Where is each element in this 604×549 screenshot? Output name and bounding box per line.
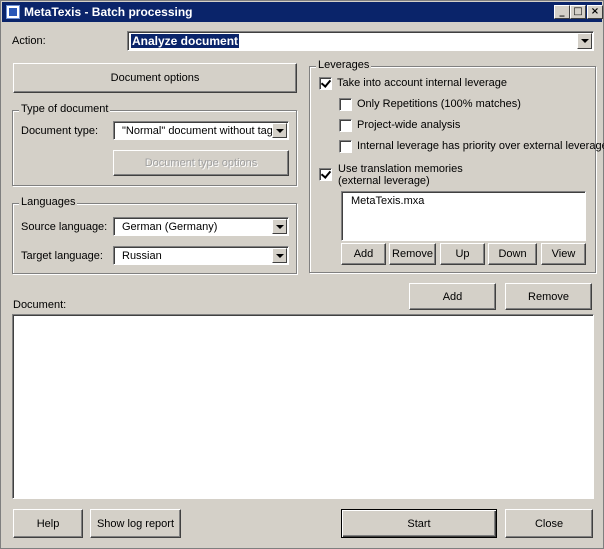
help-button[interactable]: Help bbox=[13, 509, 83, 538]
document-type-label: Document type: bbox=[21, 125, 99, 137]
batch-processing-window: MetaTexis - Batch processing _ □ × Actio… bbox=[0, 0, 604, 549]
action-select[interactable]: Analyze document bbox=[127, 31, 594, 51]
project-wide-label: Project-wide analysis bbox=[357, 119, 461, 131]
source-language-select[interactable]: German (Germany) bbox=[113, 217, 289, 236]
languages-legend: Languages bbox=[19, 196, 78, 208]
document-type-options-button[interactable]: Document type options bbox=[113, 150, 289, 176]
project-wide-checkbox[interactable] bbox=[339, 119, 352, 132]
document-list[interactable] bbox=[12, 314, 594, 499]
internal-leverage-label: Take into account internal leverage bbox=[337, 77, 507, 89]
document-add-button[interactable]: Add bbox=[409, 283, 496, 310]
app-icon bbox=[6, 5, 20, 19]
tm-view-button[interactable]: View bbox=[541, 243, 586, 265]
document-type-value: "Normal" document without tags bbox=[122, 125, 279, 137]
tm-list[interactable]: MetaTexis.mxa bbox=[341, 191, 586, 241]
tm-remove-button[interactable]: Remove bbox=[389, 243, 436, 265]
tm-up-button[interactable]: Up bbox=[440, 243, 485, 265]
tm-add-button[interactable]: Add bbox=[341, 243, 386, 265]
document-label: Document: bbox=[13, 299, 67, 311]
close-window-button[interactable]: × bbox=[587, 5, 603, 19]
use-tm-checkbox[interactable] bbox=[319, 168, 332, 181]
target-language-select[interactable]: Russian bbox=[113, 246, 289, 265]
show-log-report-button[interactable]: Show log report bbox=[90, 509, 181, 538]
only-repetitions-checkbox[interactable] bbox=[339, 98, 352, 111]
internal-priority-label: Internal leverage has priority over exte… bbox=[357, 140, 604, 152]
source-language-value: German (Germany) bbox=[122, 221, 218, 233]
source-language-label: Source language: bbox=[21, 221, 108, 233]
document-type-select[interactable]: "Normal" document without tags bbox=[113, 121, 289, 140]
window-title: MetaTexis - Batch processing bbox=[24, 5, 193, 19]
tm-down-button[interactable]: Down bbox=[488, 243, 537, 265]
minimize-button[interactable]: _ bbox=[554, 5, 570, 19]
close-button[interactable]: Close bbox=[505, 509, 593, 538]
document-options-button[interactable]: Document options bbox=[13, 63, 297, 93]
chevron-down-icon[interactable] bbox=[272, 248, 287, 263]
target-language-label: Target language: bbox=[21, 250, 103, 262]
target-language-value: Russian bbox=[122, 250, 162, 262]
list-item[interactable]: MetaTexis.mxa bbox=[351, 195, 424, 207]
internal-leverage-checkbox[interactable] bbox=[319, 77, 332, 90]
type-of-document-legend: Type of document bbox=[19, 103, 111, 115]
only-repetitions-label: Only Repetitions (100% matches) bbox=[357, 98, 521, 110]
internal-priority-checkbox[interactable] bbox=[339, 140, 352, 153]
use-tm-label-line2: (external leverage) bbox=[338, 175, 430, 187]
action-value: Analyze document bbox=[131, 34, 240, 48]
action-label: Action: bbox=[12, 35, 46, 47]
title-bar[interactable]: MetaTexis - Batch processing _ □ × bbox=[2, 2, 603, 22]
use-tm-label-line1: Use translation memories bbox=[338, 163, 463, 175]
maximize-button[interactable]: □ bbox=[570, 5, 586, 19]
chevron-down-icon[interactable] bbox=[272, 219, 287, 234]
chevron-down-icon[interactable] bbox=[272, 123, 287, 138]
leverages-legend: Leverages bbox=[316, 59, 372, 71]
start-button[interactable]: Start bbox=[341, 509, 497, 538]
chevron-down-icon[interactable] bbox=[577, 33, 592, 49]
document-remove-button[interactable]: Remove bbox=[505, 283, 592, 310]
